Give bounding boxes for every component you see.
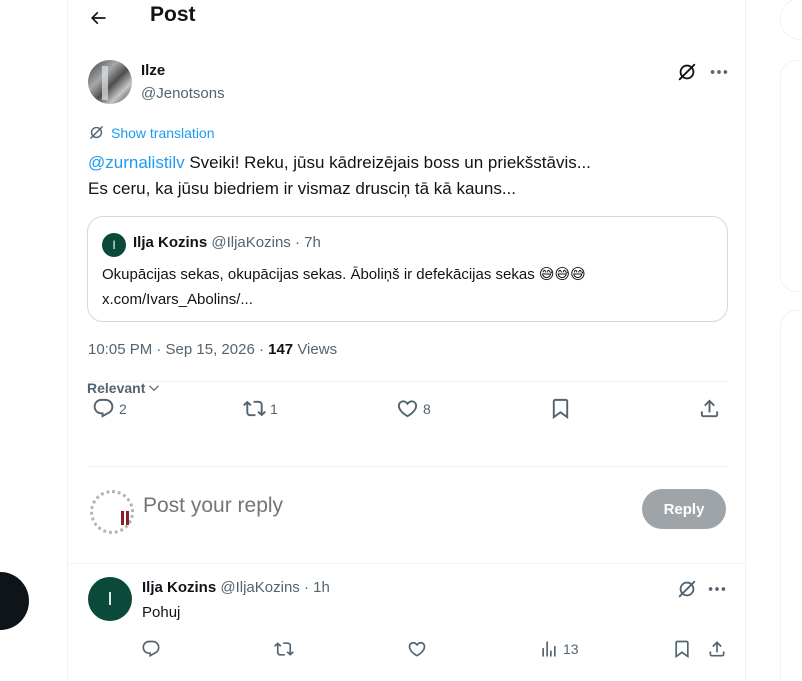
share-action[interactable] xyxy=(698,397,721,420)
reply-views-action[interactable]: 13 xyxy=(539,639,579,659)
arrow-left-icon xyxy=(90,11,106,25)
show-translation-link[interactable]: Show translation xyxy=(88,124,215,141)
reply-repost-action[interactable] xyxy=(274,639,294,659)
bookmark-action[interactable] xyxy=(549,397,572,420)
heart-icon xyxy=(397,400,418,418)
quote-author-handle[interactable]: @IljaKozins xyxy=(211,234,290,251)
search-box[interactable] xyxy=(780,0,802,40)
grok-icon[interactable] xyxy=(676,61,698,83)
reply-author-handle[interactable]: @IljaKozins xyxy=(220,579,299,596)
sidebar-card xyxy=(780,310,802,681)
more-horizontal-icon[interactable] xyxy=(706,578,728,605)
repost-icon xyxy=(274,642,294,656)
post-text: @zurnalistilv Sveiki! Reku, jūsu kādreiz… xyxy=(88,150,728,202)
sort-label: Relevant xyxy=(87,380,146,396)
page-title: Post xyxy=(150,3,196,26)
quoted-post[interactable]: I Ilja Kozins @IljaKozins · 7h Okupācija… xyxy=(87,216,728,322)
post-timestamp[interactable]: 10:05 PM · Sep 15, 2026 · xyxy=(88,341,268,358)
heart-icon xyxy=(408,641,426,657)
back-button[interactable] xyxy=(84,4,112,32)
bookmark-icon xyxy=(675,640,689,659)
quote-link[interactable]: x.com/Ivars_Abolins/... xyxy=(102,291,253,308)
quote-author-name[interactable]: Ilja Kozins xyxy=(133,234,207,251)
author-name[interactable]: Ilze xyxy=(141,62,165,79)
floating-action-button[interactable] xyxy=(0,572,29,630)
like-count: 8 xyxy=(423,400,431,417)
reply-button[interactable]: Reply xyxy=(642,489,726,529)
divider xyxy=(87,466,728,467)
main-column: Post Ilze @Jenotsons Show translation @z… xyxy=(67,0,747,681)
reply-post[interactable]: I Ilja Kozins @IljaKozins · 1h Pohuj 13 xyxy=(68,564,747,681)
repost-icon xyxy=(243,400,266,417)
reply-count: 2 xyxy=(119,400,127,417)
repost-action[interactable]: 1 xyxy=(243,397,278,420)
more-horizontal-icon[interactable] xyxy=(708,61,730,83)
reply-action[interactable]: 2 xyxy=(92,397,127,420)
sort-dropdown[interactable]: Relevant xyxy=(87,380,161,396)
share-icon xyxy=(700,399,719,418)
right-sidebar xyxy=(780,0,802,681)
chevron-down-icon xyxy=(149,385,160,392)
sidebar-card xyxy=(780,60,802,292)
quote-avatar[interactable]: I xyxy=(102,233,126,257)
post-text-line1: Sveiki! Reku, jūsu kādreizējais boss un … xyxy=(184,153,591,172)
author-avatar[interactable] xyxy=(88,60,132,104)
bookmark-icon xyxy=(552,398,569,419)
current-user-avatar[interactable] xyxy=(90,490,134,534)
reply-like-action[interactable] xyxy=(407,639,427,659)
reply-author-avatar[interactable]: I xyxy=(88,577,132,621)
views-count: 147 xyxy=(268,341,294,358)
quote-time: · 7h xyxy=(290,234,321,251)
repost-count: 1 xyxy=(270,400,278,417)
reply-header: Ilja Kozins @IljaKozins · 1h xyxy=(142,579,330,596)
views-label: Views xyxy=(293,341,338,358)
reply-author-name[interactable]: Ilja Kozins xyxy=(142,579,216,596)
reply-input[interactable] xyxy=(143,494,623,518)
analytics-icon xyxy=(542,641,556,657)
reply-time: · 1h xyxy=(299,579,330,596)
divider xyxy=(87,381,728,382)
quote-text-line1: Okupācijas sekas, okupācijas sekas. Ābol… xyxy=(102,266,586,283)
share-icon xyxy=(709,641,725,657)
grok-icon[interactable] xyxy=(676,578,698,605)
like-action[interactable]: 8 xyxy=(396,397,431,420)
quote-header: Ilja Kozins @IljaKozins · 7h xyxy=(133,234,321,251)
comment-icon xyxy=(142,640,160,658)
show-translation-label: Show translation xyxy=(111,124,215,141)
post-text-line2: Es ceru, ka jūsu biedriem ir vismaz drus… xyxy=(88,179,516,198)
quote-text: Okupācijas sekas, okupācijas sekas. Ābol… xyxy=(102,262,712,312)
reply-bookmark-action[interactable] xyxy=(672,639,692,659)
post-metadata: 10:05 PM · Sep 15, 2026 · 147 Views xyxy=(88,341,337,358)
translate-icon xyxy=(90,126,103,139)
reply-views-count: 13 xyxy=(563,641,579,657)
reply-text: Pohuj xyxy=(142,604,181,621)
page-header: Post xyxy=(68,0,747,36)
reply-comment-action[interactable] xyxy=(141,639,161,659)
comment-icon xyxy=(93,398,114,418)
author-handle[interactable]: @Jenotsons xyxy=(141,85,225,102)
mention-link[interactable]: @zurnalistilv xyxy=(88,153,185,172)
reply-share-action[interactable] xyxy=(707,639,727,659)
